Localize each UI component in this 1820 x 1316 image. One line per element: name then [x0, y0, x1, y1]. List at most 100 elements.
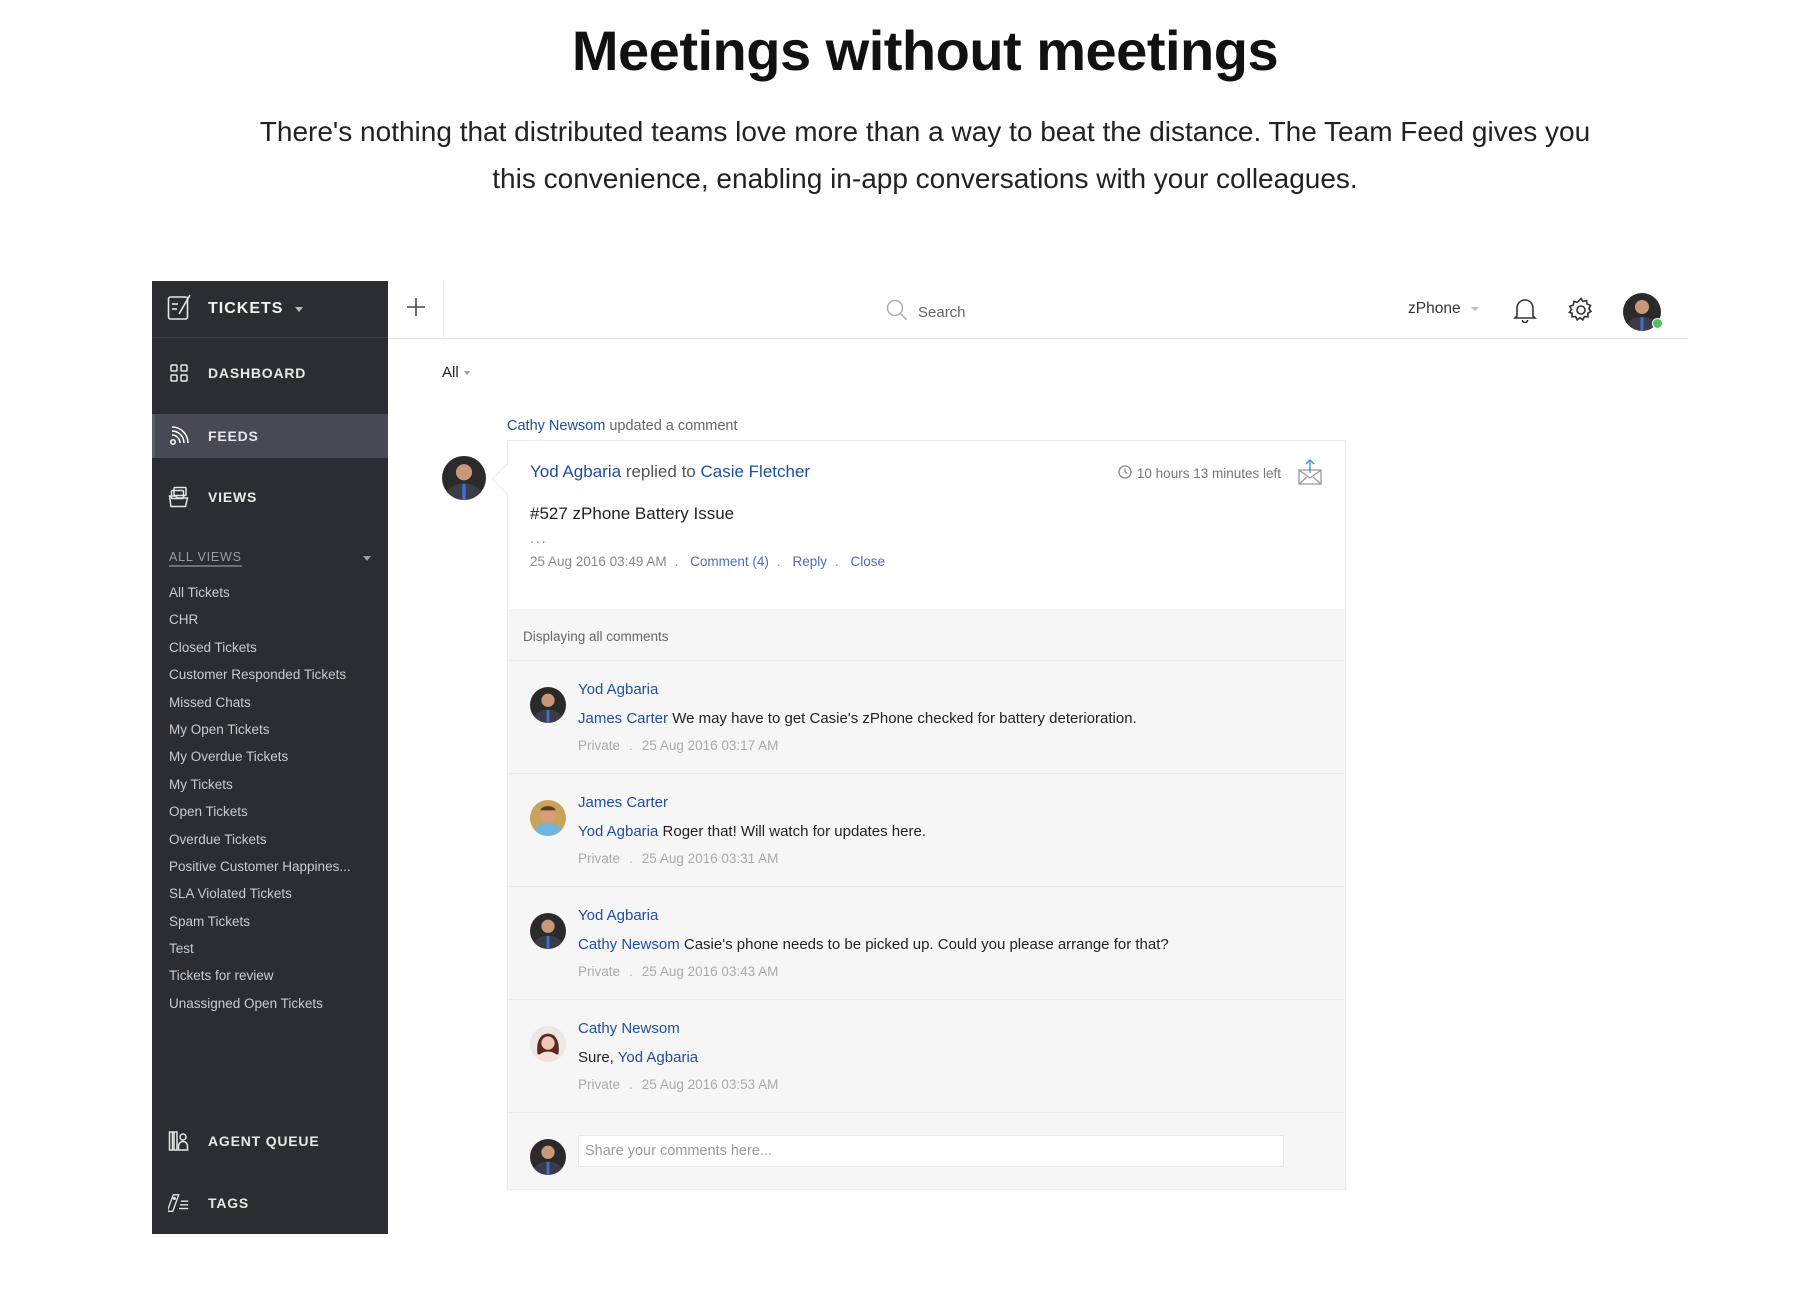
sidebar-item-tags[interactable]: TAGS — [152, 1172, 388, 1234]
activity-line: Cathy Newsom updated a comment — [507, 418, 738, 434]
feed-filter-dropdown[interactable]: All — [442, 364, 470, 381]
view-item[interactable]: Open Tickets — [169, 798, 369, 825]
sidebar-item-feeds[interactable]: FEEDS — [152, 414, 388, 458]
commenter-name[interactable]: James Carter — [578, 794, 668, 811]
sidebar: TICKETS DASHBOARD FEEDS VIEWS ALL VIEWS … — [152, 281, 388, 1234]
view-item[interactable]: Customer Responded Tickets — [169, 661, 369, 688]
comment-text: James Carter We may have to get Casie's … — [578, 710, 1137, 727]
reply-box — [508, 1113, 1345, 1201]
view-item[interactable]: My Tickets — [169, 771, 369, 798]
view-item[interactable]: Spam Tickets — [169, 908, 369, 935]
hero-subtitle: There's nothing that distributed teams l… — [259, 116, 1591, 194]
comment-item: Cathy Newsom Sure, Yod Agbaria Private. 2… — [508, 1000, 1345, 1113]
author-link[interactable]: Yod Agbaria — [530, 462, 621, 481]
view-item[interactable]: Positive Customer Happines... — [169, 853, 369, 880]
chevron-down-icon — [363, 555, 371, 561]
bell-icon[interactable] — [1513, 297, 1537, 328]
comment-count-link[interactable]: Comment (4) — [690, 554, 769, 569]
plus-icon — [406, 297, 426, 322]
close-link[interactable]: Close — [851, 554, 886, 569]
ticket-subject-link[interactable]: #527 zPhone Battery Issue — [530, 504, 1323, 524]
timer-text: 10 hours 13 minutes left — [1136, 466, 1281, 481]
comment-meta: Private. 25 Aug 2016 03:17 AM — [578, 738, 779, 753]
search-box[interactable]: Search — [886, 299, 966, 325]
view-item[interactable]: Missed Chats — [169, 689, 369, 716]
hero-title: Meetings without meetings — [571, 19, 1279, 82]
commenter-name[interactable]: Yod Agbaria — [578, 907, 658, 924]
new-button[interactable] — [388, 281, 444, 338]
comment-meta: Private. 25 Aug 2016 03:31 AM — [578, 851, 779, 866]
feed-timestamp: 25 Aug 2016 03:49 AM — [530, 554, 667, 569]
chevron-down-icon — [295, 306, 304, 312]
comment-input[interactable] — [578, 1135, 1284, 1167]
view-item[interactable]: Overdue Tickets — [169, 826, 369, 853]
top-bar: Search zPhone — [388, 281, 1688, 339]
view-item[interactable]: Closed Tickets — [169, 634, 369, 661]
sla-timer: 10 hours 13 minutes left — [1118, 465, 1281, 482]
view-item[interactable]: Tickets for review — [169, 962, 369, 989]
mention-link[interactable]: James Carter — [578, 710, 668, 727]
view-item[interactable]: SLA Violated Tickets — [169, 880, 369, 907]
reply-link[interactable]: Reply — [792, 554, 827, 569]
commenter-avatar[interactable] — [530, 800, 566, 836]
commenter-name[interactable]: Yod Agbaria — [578, 681, 658, 698]
agent-queue-icon — [168, 1130, 190, 1152]
feed-author-avatar[interactable] — [442, 456, 486, 500]
comment-meta: Private. 25 Aug 2016 03:53 AM — [578, 1077, 779, 1092]
search-icon — [886, 299, 908, 325]
views-list: All Tickets CHR Closed Tickets Customer … — [152, 579, 388, 1017]
sidebar-item-dashboard[interactable]: DASHBOARD — [152, 351, 388, 395]
target-link[interactable]: Casie Fletcher — [700, 462, 810, 481]
comment-item: Yod Agbaria Cathy Newsom Casie's phone n… — [508, 887, 1345, 1000]
chevron-down-icon — [1470, 307, 1479, 311]
sidebar-item-label: TAGS — [208, 1195, 250, 1211]
department-label: zPhone — [1408, 300, 1461, 317]
more-content-ellipsis[interactable]: ... — [530, 530, 1323, 546]
mention-link[interactable]: Cathy Newsom — [578, 936, 680, 953]
view-item[interactable]: Test — [169, 935, 369, 962]
rss-feed-icon — [168, 425, 190, 447]
view-item[interactable]: CHR — [169, 606, 369, 633]
tags-icon — [168, 1192, 190, 1214]
current-user-avatar — [530, 1139, 566, 1175]
gear-icon[interactable] — [1568, 297, 1594, 328]
sidebar-item-label: VIEWS — [208, 489, 258, 505]
feed-card: Yod Agbaria replied to Casie Fletcher 10… — [491, 440, 1346, 1190]
search-placeholder: Search — [918, 303, 966, 321]
share-mail-icon[interactable] — [1297, 458, 1323, 491]
comment-item: James Carter Yod Agbaria Roger that! Wil… — [508, 774, 1345, 887]
commenter-name[interactable]: Cathy Newsom — [578, 1020, 680, 1037]
online-status-indicator — [1652, 318, 1663, 329]
module-switcher[interactable]: TICKETS — [152, 281, 388, 338]
commenter-avatar[interactable] — [530, 687, 566, 723]
view-item[interactable]: My Overdue Tickets — [169, 743, 369, 770]
folder-stack-icon — [168, 486, 190, 508]
commenter-avatar[interactable] — [530, 913, 566, 949]
department-selector[interactable]: zPhone — [1408, 300, 1479, 318]
action-text: replied to — [625, 462, 696, 481]
view-item[interactable]: Unassigned Open Tickets — [169, 990, 369, 1017]
mention-link[interactable]: Yod Agbaria — [618, 1049, 698, 1066]
tickets-module-icon — [167, 293, 193, 326]
user-avatar[interactable] — [1623, 293, 1663, 331]
comments-section: Displaying all comments Yod Agbaria Jame… — [508, 609, 1345, 1189]
all-views-header[interactable]: ALL VIEWS — [152, 545, 388, 571]
comment-text: Cathy Newsom Casie's phone needs to be p… — [578, 936, 1169, 953]
sidebar-item-agent-queue[interactable]: AGENT QUEUE — [152, 1110, 388, 1172]
comment-text: Yod Agbaria Roger that! Will watch for u… — [578, 823, 926, 840]
activity-actor-link[interactable]: Cathy Newsom — [507, 418, 605, 434]
mention-link[interactable]: Yod Agbaria — [578, 823, 658, 840]
comment-item: Yod Agbaria James Carter We may have to … — [508, 661, 1345, 774]
filter-label: All — [442, 364, 459, 381]
activity-text: updated a comment — [609, 418, 738, 434]
commenter-avatar[interactable] — [530, 1026, 566, 1062]
sidebar-item-label: DASHBOARD — [208, 365, 307, 381]
feed-meta: 25 Aug 2016 03:49 AM. Comment (4). Reply… — [530, 554, 886, 569]
dashboard-grid-icon — [168, 362, 190, 384]
sidebar-item-views[interactable]: VIEWS — [152, 475, 388, 519]
view-item[interactable]: My Open Tickets — [169, 716, 369, 743]
chevron-down-icon — [463, 370, 470, 375]
clock-icon — [1118, 465, 1132, 482]
sidebar-item-label: FEEDS — [208, 428, 259, 444]
view-item[interactable]: All Tickets — [169, 579, 369, 606]
